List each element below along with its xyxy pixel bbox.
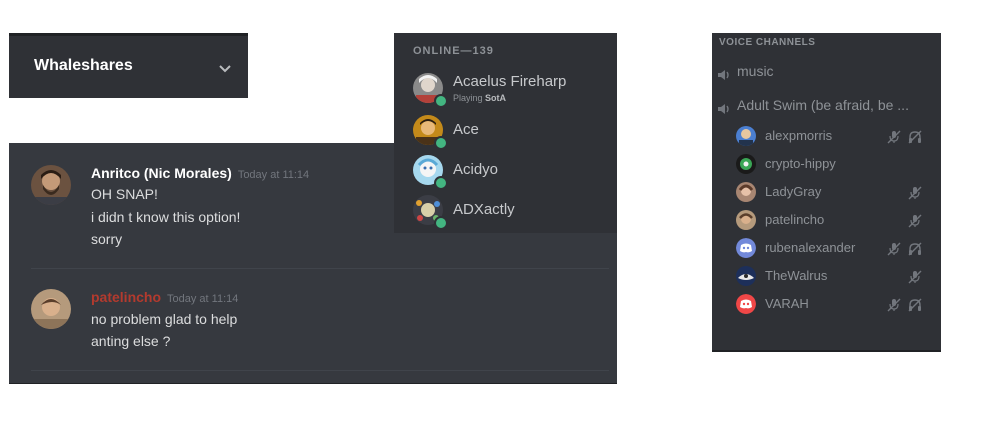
voice-channels-panel: VOICE CHANNELS music Adult Swim (be afra… [712,33,941,352]
member-activity: Playing SotA [453,93,506,103]
voice-user-name: alexpmorris [765,128,833,143]
member-item[interactable]: Ace [413,115,613,150]
online-count-header: ONLINE—139 [413,45,494,57]
message-divider [31,268,609,269]
deafened-icon [908,129,922,148]
deafened-icon [908,241,922,260]
member-name: Acaelus Fireharp [453,73,567,90]
voice-user-name: crypto-hippy [765,156,836,171]
online-status-icon [434,216,448,230]
avatar [736,266,756,286]
voice-user-name: VARAH [765,296,809,311]
message-line: sorry [91,231,123,247]
voice-user[interactable]: TheWalrus [736,266,936,288]
voice-user-name: patelincho [765,212,825,227]
message-line: OH SNAP! [91,186,158,202]
message-author[interactable]: patelincho Today at 11:14 [91,289,238,305]
online-status-icon [434,136,448,150]
muted-mic-icon [887,129,901,148]
voice-user[interactable]: VARAH [736,294,936,316]
voice-channel-music[interactable]: music [717,63,937,83]
member-name: Acidyo [453,161,499,178]
avatar[interactable] [31,289,71,329]
voice-user-name: LadyGray [765,184,822,199]
voice-user[interactable]: crypto-hippy [736,154,936,176]
member-item[interactable]: Acidyo [413,155,613,190]
member-item[interactable]: Acaelus Fireharp Playing SotA [413,73,613,108]
message-line: i didn t know this option! [91,209,241,225]
activity-prefix: Playing [453,93,486,103]
member-name: Ace [453,121,479,138]
server-name: Whaleshares [34,57,133,74]
muted-mic-icon [887,297,901,316]
message-timestamp: Today at 11:14 [167,293,239,305]
online-status-icon [434,176,448,190]
avatar [736,126,756,146]
avatar [736,154,756,174]
voice-user[interactable]: patelincho [736,210,936,232]
member-list: ONLINE—139 Acaelus Fireharp Playing SotA… [394,33,617,233]
voice-user[interactable]: LadyGray [736,182,936,204]
voice-channel-adult-swim[interactable]: Adult Swim (be afraid, be ... [717,97,937,117]
avatar [736,294,756,314]
avatar [736,238,756,258]
member-item[interactable]: ADXactly [413,195,613,230]
server-header[interactable]: Whaleshares [9,33,248,98]
voice-user[interactable]: rubenalexander [736,238,936,260]
online-status-icon [434,94,448,108]
message-timestamp: Today at 11:14 [237,169,310,181]
message-divider [31,370,609,371]
voice-user[interactable]: alexpmorris [736,126,936,148]
voice-channel-name: music [737,63,774,79]
author-name[interactable]: patelincho [91,289,161,305]
voice-channels-header[interactable]: VOICE CHANNELS [719,37,815,48]
author-name[interactable]: Anritco (Nic Morales) [91,165,232,181]
speaker-icon [717,100,731,119]
message-line: anting else ? [91,333,171,349]
chevron-down-icon[interactable] [219,59,231,78]
avatar [736,182,756,202]
voice-user-name: TheWalrus [765,268,828,283]
member-name: ADXactly [453,201,515,218]
voice-channel-name: Adult Swim (be afraid, be ... [737,97,909,113]
activity-game: SotA [485,93,507,103]
muted-mic-icon [908,185,922,204]
message-author[interactable]: Anritco (Nic Morales) Today at 11:14 [91,165,309,181]
muted-mic-icon [887,241,901,260]
message-line: no problem glad to help [91,311,238,327]
avatar [736,210,756,230]
deafened-icon [908,297,922,316]
muted-mic-icon [908,213,922,232]
speaker-icon [717,66,731,85]
muted-mic-icon [908,269,922,288]
avatar[interactable] [31,165,71,205]
voice-user-name: rubenalexander [765,240,856,255]
